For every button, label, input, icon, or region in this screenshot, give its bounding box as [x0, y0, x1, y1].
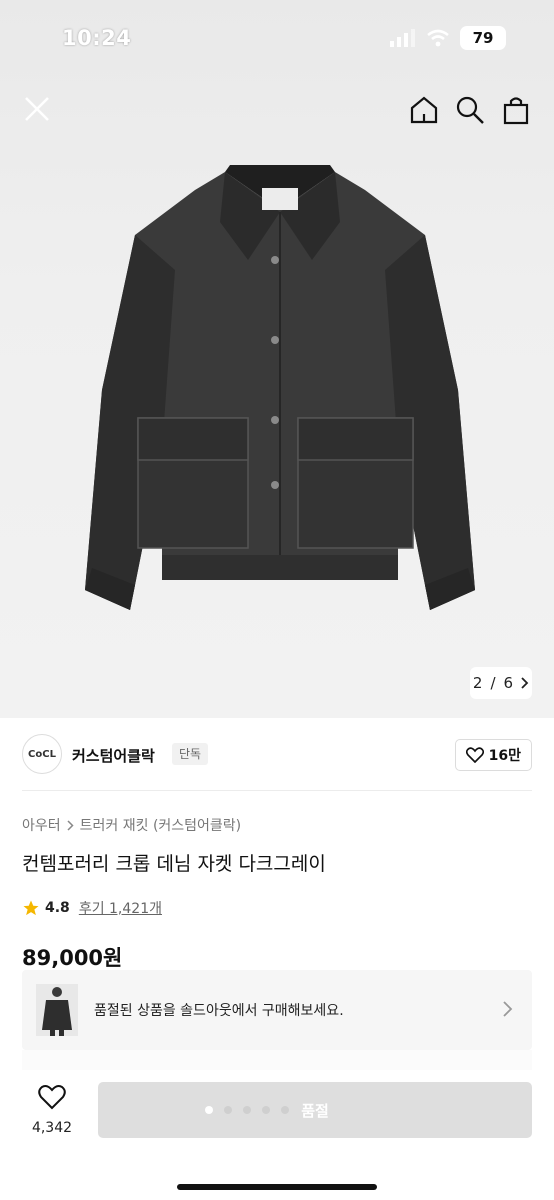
brand-row[interactable]: CoCL 커스텀어클락 단독 16만	[0, 730, 554, 780]
bottom-action-bar: 4,342 품절	[0, 1070, 554, 1200]
product-image[interactable]	[80, 150, 480, 620]
soldout-button[interactable]: 품절	[98, 1082, 532, 1138]
star-icon	[23, 900, 39, 916]
battery-indicator: 79	[460, 26, 506, 50]
carousel-dot	[243, 1106, 251, 1114]
soldout-banner[interactable]: 품절된 상품을 솔드아웃에서 구매해보세요.	[22, 970, 532, 1050]
status-bar: 10:24 79	[0, 0, 554, 70]
product-gallery[interactable]: 10:24 79 2 / 6	[0, 0, 554, 718]
brand-like-count: 16만	[488, 748, 521, 764]
carousel-dots	[205, 1106, 289, 1114]
breadcrumb: 아우터 트러커 재킷 (커스텀어클락)	[22, 815, 241, 835]
gallery-current: 2	[472, 674, 483, 692]
chevron-right-icon	[503, 1001, 513, 1017]
product-title: 컨템포러리 크롭 데님 자켓 다크그레이	[22, 853, 326, 875]
carousel-dot	[281, 1106, 289, 1114]
search-icon[interactable]	[454, 94, 486, 126]
soldout-button-label: 품절	[301, 1101, 329, 1120]
heart-icon	[38, 1085, 66, 1110]
banner-thumbnail	[36, 984, 78, 1036]
brand-name[interactable]: 커스텀어클락	[72, 745, 155, 766]
chevron-right-icon	[67, 819, 74, 831]
divider	[22, 790, 532, 791]
brand-logo[interactable]: CoCL	[22, 734, 62, 774]
top-nav	[0, 88, 554, 132]
chevron-right-icon	[521, 677, 529, 689]
close-icon[interactable]	[20, 92, 54, 126]
brand-like-button[interactable]: 16만	[454, 739, 532, 771]
banner-text: 품절된 상품을 솔드아웃에서 구매해보세요.	[94, 1003, 344, 1019]
heart-icon	[465, 747, 484, 763]
home-indicator	[177, 1184, 377, 1190]
breadcrumb-subcategory[interactable]: 트러커 재킷 (커스텀어클락)	[80, 815, 242, 835]
wifi-icon	[427, 29, 449, 47]
gallery-page-indicator[interactable]: 2 / 6	[470, 667, 532, 699]
wishlist-button[interactable]: 4,342	[20, 1084, 84, 1136]
signal-icon	[390, 29, 415, 47]
breadcrumb-category[interactable]: 아우터	[22, 815, 61, 835]
gallery-separator: /	[490, 674, 496, 692]
wishlist-count: 4,342	[31, 1120, 73, 1136]
status-time: 10:24	[62, 26, 132, 50]
gallery-total: 6	[503, 674, 514, 692]
carousel-dot	[262, 1106, 270, 1114]
carousel-dot	[205, 1106, 213, 1114]
exclusive-badge: 단독	[172, 743, 209, 765]
rating-row: 4.8 후기 1,421개	[22, 898, 162, 918]
review-link[interactable]: 후기 1,421개	[79, 898, 162, 918]
rating-score: 4.8	[45, 900, 70, 916]
home-icon[interactable]	[408, 94, 440, 126]
product-price: 89,000원	[22, 946, 123, 970]
carousel-dot	[224, 1106, 232, 1114]
status-icons: 79	[390, 26, 506, 50]
shopping-bag-icon[interactable]	[500, 94, 532, 126]
